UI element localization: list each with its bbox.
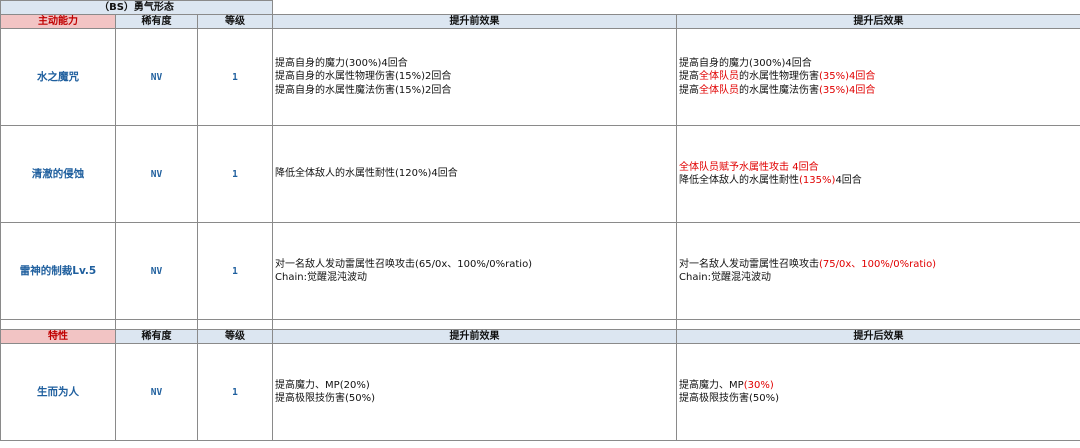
before-effect: 对一名敌人发动雷属性召唤攻击(65/0x、100%/0%ratio) Chain:… — [272, 222, 678, 320]
after-effect: 提高魔力、MP(30%) 提高极限技伤害(50%) — [676, 343, 1080, 441]
before-effect: 降低全体敌人的水属性耐性(120%)4回合 — [272, 125, 678, 223]
effect-line: 提高自身的魔力(300%)4回合 — [275, 57, 408, 69]
level-value: 1 — [196, 28, 274, 126]
highlighted-change: 全体队员 — [699, 71, 740, 83]
effect-text: 提高自身的魔力(300%)4回合 — [679, 57, 812, 69]
table-row: 生而为人 NV 1 提高魔力、MP(20%) 提高极限技伤害(50%) 提高魔力、MP(3… — [0, 343, 1080, 441]
trait-header-before: 提升前效果 — [272, 329, 678, 344]
effect-line: 全体队员赋予水属性攻击 4回合 — [679, 161, 1080, 175]
trait-header-after: 提升后效果 — [676, 329, 1080, 344]
effect-line: 提高极限技伤害(50%) — [679, 392, 1080, 406]
effect-text: 提高魔力、MP — [679, 379, 744, 391]
level-value: 1 — [196, 222, 274, 320]
table-row: 水之魔咒 NV 1 提高自身的魔力(300%)4回合 提高自身的水属性物理伤害(15%)… — [0, 28, 1080, 126]
ability-name: 清澈的侵蚀 — [0, 125, 116, 223]
effect-line: Chain:觉醒混沌波动 — [275, 272, 367, 283]
effect-line: 对一名敌人发动雷属性召唤攻击(65/0x、100%/0%ratio) — [275, 258, 533, 270]
after-effect: 全体队员赋予水属性攻击 4回合 降低全体敌人的水属性耐性(135%)4回合 — [676, 125, 1080, 223]
effect-line: 提高自身的魔力(300%)4回合 — [679, 57, 1080, 71]
ability-name: 生而为人 — [0, 343, 116, 441]
before-effect: 提高魔力、MP(20%) 提高极限技伤害(50%) — [272, 343, 678, 441]
trait-header-row: 特性 稀有度 等级 提升前效果 提升后效果 — [0, 329, 1080, 344]
effect-line: 提高全体队员的水属性魔法伤害(35%)4回合 — [679, 84, 1080, 98]
ability-comparison-table: （BS）勇气形态 主动能力 稀有度 等级 提升前效果 提升后效果 水之魔咒 NV 1 提高自身的… — [0, 0, 1080, 441]
effect-line: 降低全体敌人的水属性耐性(120%)4回合 — [275, 168, 458, 180]
after-effect: 对一名敌人发动雷属性召唤攻击(75/0x、100%/0%ratio) Chain:… — [676, 222, 1080, 320]
highlighted-change: 全体队员 — [699, 84, 740, 96]
sheet-title: （BS）勇气形态 — [0, 0, 274, 15]
active-header-after: 提升后效果 — [676, 14, 1080, 29]
trait-header-level: 等级 — [196, 329, 274, 344]
rarity-value: NV — [115, 125, 198, 223]
effect-text: 提高 — [679, 84, 700, 96]
rarity-value: NV — [115, 343, 198, 441]
effect-line: 提高极限技伤害(50%) — [275, 393, 376, 404]
effect-line: 提高魔力、MP(20%) — [275, 379, 370, 391]
active-header-rarity: 稀有度 — [115, 14, 198, 29]
effect-text: 对一名敌人发动雷属性召唤攻击 — [679, 258, 820, 270]
effect-text: 的水属性魔法伤害 — [739, 84, 820, 96]
effect-line: Chain:觉醒混沌波动 — [679, 271, 1080, 285]
active-header-kind: 主动能力 — [0, 14, 116, 29]
active-header-row: 主动能力 稀有度 等级 提升前效果 提升后效果 — [0, 14, 1080, 29]
before-effect: 提高自身的魔力(300%)4回合提高自身的水属性物理伤害(15%)2回合 提高自身… — [272, 28, 678, 126]
rarity-value: NV — [115, 222, 198, 320]
effect-line: 提高魔力、MP(30%) — [679, 379, 1080, 393]
effect-text: 的水属性物理伤害 — [739, 71, 820, 83]
after-effect: 提高自身的魔力(300%)4回合 提高全体队员的水属性物理伤害(35%)4回合 提高… — [676, 28, 1080, 126]
blank-cell — [272, 0, 1080, 15]
effect-text: 提高极限技伤害(50%) — [679, 393, 780, 404]
gap-cell — [272, 319, 678, 330]
active-header-level: 等级 — [196, 14, 274, 29]
highlighted-change: (135%) — [799, 175, 836, 186]
table-row: 清澈的侵蚀 NV 1 降低全体敌人的水属性耐性(120%)4回合 全体队员赋予水属性攻击… — [0, 125, 1080, 223]
rarity-value: NV — [115, 28, 198, 126]
gap-cell — [676, 319, 1080, 330]
gap-cell — [196, 319, 274, 330]
table-row: 雷神的制裁Lv.5 NV 1 对一名敌人发动雷属性召唤攻击(65/0x、100%/0%… — [0, 222, 1080, 320]
gap-cell — [0, 319, 116, 330]
effect-line: 提高自身的水属性魔法伤害(15%)2回合 — [275, 84, 452, 96]
effect-text: 降低全体敌人的水属性耐性 — [679, 175, 800, 186]
level-value: 1 — [196, 343, 274, 441]
ability-name: 雷神的制裁Lv.5 — [0, 222, 116, 320]
effect-text: 提高 — [679, 71, 700, 83]
highlighted-change: 全体队员赋予水属性攻击 4回合 — [679, 161, 819, 173]
highlighted-change: (35%)4回合 — [819, 84, 876, 96]
effect-line: 对一名敌人发动雷属性召唤攻击(75/0x、100%/0%ratio) — [679, 258, 1080, 272]
trait-header-kind: 特性 — [0, 329, 116, 344]
ability-name: 水之魔咒 — [0, 28, 116, 126]
level-value: 1 — [196, 125, 274, 223]
effect-line: 提高全体队员的水属性物理伤害(35%)4回合 — [679, 70, 1080, 84]
active-header-before: 提升前效果 — [272, 14, 678, 29]
effect-text: 4回合 — [835, 175, 862, 186]
effect-text: Chain:觉醒混沌波动 — [679, 272, 771, 283]
effect-line: 提高自身的水属性物理伤害(15%)2回合 — [275, 71, 452, 83]
highlighted-change: (75/0x、100%/0%ratio) — [819, 258, 937, 270]
effect-line: 降低全体敌人的水属性耐性(135%)4回合 — [679, 174, 1080, 188]
trait-header-rarity: 稀有度 — [115, 329, 198, 344]
highlighted-change: (30%) — [743, 379, 774, 391]
gap-cell — [115, 319, 198, 330]
section-gap — [0, 319, 1080, 330]
highlighted-change: (35%)4回合 — [819, 71, 876, 83]
